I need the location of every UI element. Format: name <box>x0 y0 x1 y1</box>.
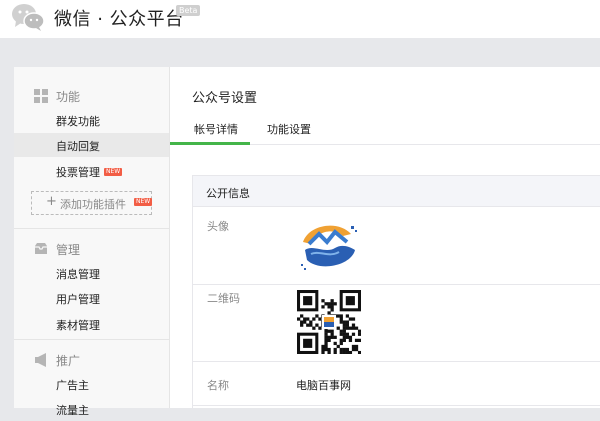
row-divider <box>193 405 600 406</box>
sidebar-item-label: 消息管理 <box>56 268 100 281</box>
name-label: 名称 <box>207 379 229 392</box>
sidebar-group-promotion: 推广 <box>14 347 169 371</box>
qrcode-label: 二维码 <box>207 292 240 305</box>
avatar[interactable] <box>299 220 361 274</box>
sidebar: 功能 群发功能 自动回复 投票管理 NEW + 添加功能插件 NEW 管理 消息… <box>14 67 170 417</box>
brand-title: 微信 · 公众平台 <box>54 9 184 30</box>
panel-heading: 公开信息 <box>206 187 250 200</box>
active-tab-indicator <box>170 142 250 145</box>
name-value: 电脑百事网 <box>296 379 351 392</box>
sidebar-item-users[interactable]: 用户管理 <box>14 286 169 310</box>
sidebar-item-label: 素材管理 <box>56 319 100 332</box>
sidebar-item-vote[interactable]: 投票管理 NEW <box>14 159 169 183</box>
sidebar-item-label: 群发功能 <box>56 115 100 128</box>
public-info-panel: 公开信息 头像 二维码 名称 电脑百事网 <box>192 175 600 409</box>
page-title: 公众号设置 <box>192 91 258 106</box>
row-divider <box>193 361 600 362</box>
sidebar-group-title: 管理 <box>56 243 81 257</box>
sidebar-group-management: 管理 <box>14 236 169 260</box>
grid-icon <box>34 89 48 103</box>
wechat-logo-icon[interactable] <box>10 2 46 32</box>
sidebar-item-materials[interactable]: 素材管理 <box>14 312 169 336</box>
sidebar-group-title: 功能 <box>56 90 81 104</box>
sidebar-item-publisher[interactable]: 流量主 <box>14 397 169 421</box>
sidebar-item-label: 投票管理 <box>56 166 100 179</box>
sidebar-item-label: 自动回复 <box>56 140 100 153</box>
sidebar-divider <box>14 339 169 340</box>
avatar-label: 头像 <box>207 220 229 233</box>
add-plugin-label: 添加功能插件 <box>60 198 126 211</box>
new-badge: NEW <box>104 168 123 176</box>
beta-badge: Beta <box>176 5 201 16</box>
main-content: 公众号设置 帐号详情 功能设置 公开信息 头像 二维码 名称 电脑百事网 <box>170 67 600 409</box>
panel-header: 公开信息 <box>193 176 600 207</box>
sidebar-item-messages[interactable]: 消息管理 <box>14 261 169 285</box>
add-plugin-button[interactable]: + 添加功能插件 NEW <box>31 191 153 215</box>
sidebar-group-features: 功能 <box>14 83 169 107</box>
inbox-icon <box>35 243 47 254</box>
new-badge: NEW <box>134 198 153 206</box>
sidebar-item-advertiser[interactable]: 广告主 <box>14 372 169 396</box>
sidebar-item-label: 用户管理 <box>56 293 100 306</box>
sidebar-group-title: 推广 <box>56 354 81 368</box>
sidebar-divider <box>14 228 169 229</box>
tab-feature-settings[interactable]: 功能设置 <box>267 121 311 137</box>
megaphone-icon <box>35 353 46 367</box>
sidebar-item-label: 广告主 <box>56 379 89 392</box>
tab-account-details[interactable]: 帐号详情 <box>194 121 238 137</box>
row-divider <box>193 284 600 285</box>
qrcode-image[interactable] <box>297 290 361 354</box>
sidebar-item-label: 流量主 <box>56 404 89 417</box>
sidebar-item-mass-send[interactable]: 群发功能 <box>14 108 169 132</box>
plus-icon: + <box>46 194 57 209</box>
top-bar: 微信 · 公众平台 Beta <box>0 0 600 38</box>
sidebar-item-auto-reply[interactable]: 自动回复 <box>14 133 169 157</box>
